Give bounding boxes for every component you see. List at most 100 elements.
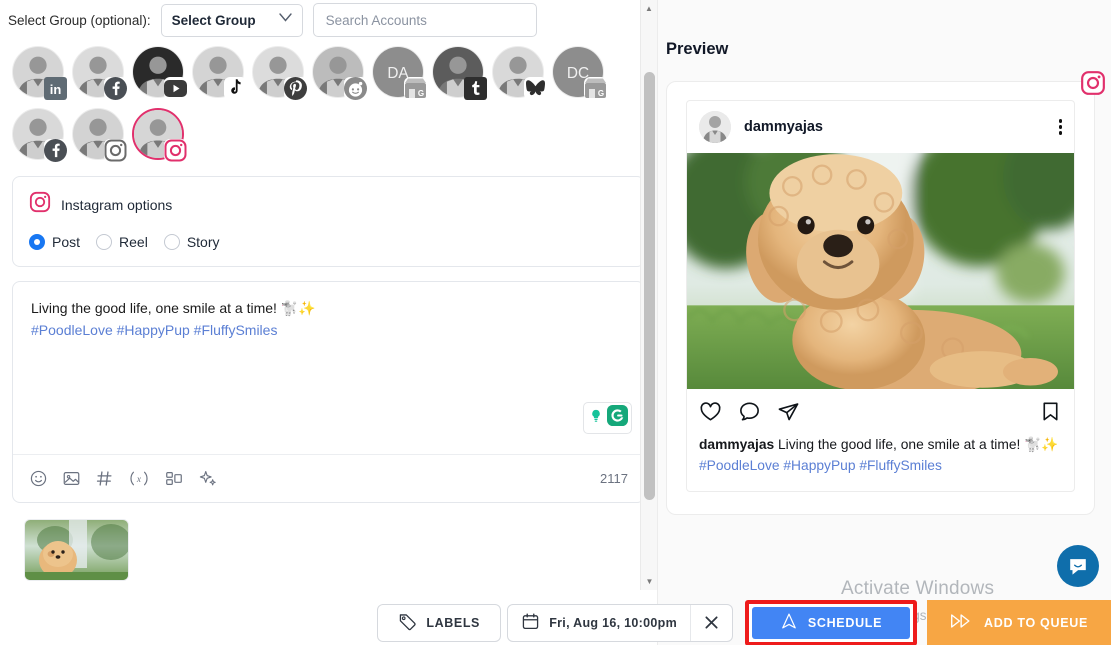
reddit-account[interactable]	[312, 46, 367, 100]
bluesky-icon	[524, 77, 547, 100]
select-group-value: Select Group	[171, 12, 256, 28]
schedule-button-highlight: SCHEDULE	[745, 599, 917, 645]
youtube-icon	[164, 77, 187, 100]
post-type-radio-story[interactable]: Story	[163, 234, 220, 250]
send-icon	[780, 612, 798, 633]
emoji-icon[interactable]	[29, 469, 48, 488]
left-panel-scrollbar[interactable]: ▲ ▼	[640, 0, 657, 590]
google-business-dc-account[interactable]: DC G	[552, 46, 607, 100]
svg-text:in: in	[50, 82, 62, 97]
caption-body: Living the good life, one smile at a tim…	[31, 300, 316, 316]
composer-toolbar: x 2117	[13, 454, 644, 502]
schedule-date-button[interactable]: Fri, Aug 16, 10:00pm	[508, 605, 690, 641]
select-group-label: Select Group (optional):	[8, 12, 151, 28]
comment-icon[interactable]	[738, 400, 761, 428]
instagram-icon	[164, 139, 187, 162]
save-icon[interactable]	[1039, 400, 1062, 428]
schedule-date-value: Fri, Aug 16, 10:00pm	[549, 615, 677, 630]
like-icon[interactable]	[699, 400, 722, 428]
instagram-options-header: Instagram options	[29, 191, 628, 218]
instagram-icon	[104, 139, 127, 162]
radio-dot	[96, 234, 113, 250]
facebook-second-account[interactable]	[12, 108, 67, 162]
intercom-chat-button[interactable]	[1057, 545, 1099, 587]
post-type-radio-reel[interactable]: Reel	[96, 234, 148, 250]
caption-hashtags: #PoodleLove #HappyPup #FluffySmiles	[699, 458, 942, 474]
clear-date-button[interactable]	[690, 604, 732, 641]
post-header: dammyajas	[687, 101, 1074, 153]
facebook-page-account[interactable]	[72, 46, 127, 100]
ai-sparkle-icon[interactable]	[198, 469, 218, 488]
post-actions	[687, 389, 1074, 434]
svg-text:G: G	[418, 89, 424, 98]
youtube-account[interactable]	[132, 46, 187, 100]
instagram-options-card: Instagram options Post Reel Story	[12, 176, 645, 267]
radio-dot	[163, 234, 180, 250]
caption-textarea[interactable]: Living the good life, one smile at a tim…	[13, 282, 644, 454]
template-icon[interactable]	[164, 469, 184, 488]
share-icon[interactable]	[777, 400, 800, 428]
caption-text: Living the good life, one smile at a tim…	[774, 437, 1059, 452]
avatar	[699, 111, 731, 143]
instagram-post-preview: dammyajas dammyajas Living the good life…	[686, 100, 1075, 492]
tumblr-account[interactable]	[432, 46, 487, 100]
preview-card: dammyajas dammyajas Living the good life…	[666, 71, 1105, 515]
bluesky-account[interactable]	[492, 46, 547, 100]
caption-composer: Living the good life, one smile at a tim…	[12, 281, 645, 503]
action-bar: LABELS Fri, Aug 16, 10:00pm SCHEDULE ADD…	[0, 599, 1111, 645]
reddit-icon	[344, 77, 367, 100]
scrollbar-thumb[interactable]	[644, 72, 655, 500]
post-image	[687, 124, 1074, 407]
labels-button-label: LABELS	[426, 615, 480, 630]
post-type-label: Story	[186, 234, 220, 250]
variable-icon[interactable]: x	[128, 469, 150, 488]
labels-button[interactable]: LABELS	[377, 603, 502, 642]
hashtag-icon[interactable]	[95, 469, 114, 488]
caption-author: dammyajas	[699, 437, 775, 452]
preview-panel: Preview dammyajas dammyajas Living the g…	[657, 0, 1111, 645]
instagram-icon	[1080, 70, 1106, 101]
schedule-date-group: Fri, Aug 16, 10:00pm	[507, 603, 733, 642]
add-to-queue-button[interactable]: ADD TO QUEUE	[927, 600, 1111, 645]
post-type-label: Reel	[119, 234, 148, 250]
grammarly-logo-icon[interactable]	[607, 405, 628, 431]
schedule-button[interactable]: SCHEDULE	[752, 606, 910, 639]
preview-title: Preview	[666, 40, 729, 58]
instagram-account-2[interactable]	[132, 108, 187, 162]
select-group-dropdown[interactable]: Select Group	[160, 3, 303, 37]
search-accounts-input[interactable]	[312, 3, 537, 37]
media-thumbnail[interactable]	[24, 519, 129, 581]
svg-text:x: x	[136, 475, 142, 485]
grammarly-suggestion-icon[interactable]	[587, 407, 605, 430]
post-menu-icon[interactable]	[1058, 119, 1062, 135]
facebook-icon	[44, 139, 67, 162]
post-username: dammyajas	[744, 119, 823, 135]
add-to-queue-label: ADD TO QUEUE	[983, 615, 1088, 630]
account-avatars: in DA G DC G	[0, 40, 657, 170]
radio-dot	[29, 234, 45, 250]
post-type-radio-post[interactable]: Post	[29, 234, 80, 250]
facebook-icon	[104, 77, 127, 100]
option-cards: Instagram options Post Reel Story Living t…	[0, 170, 657, 581]
scroll-down-arrow[interactable]: ▼	[641, 573, 657, 590]
linkedin-account[interactable]: in	[12, 46, 67, 100]
google-business-icon: G	[404, 77, 427, 100]
caption-hashtags: #PoodleLove #HappyPup #FluffySmiles	[31, 322, 278, 338]
instagram-account-1[interactable]	[72, 108, 127, 162]
scroll-up-arrow[interactable]: ▲	[641, 0, 657, 17]
label-tag-icon	[398, 612, 417, 634]
schedule-button-label: SCHEDULE	[807, 615, 883, 630]
svg-text:G: G	[598, 89, 604, 98]
character-count: 2117	[600, 471, 628, 486]
tiktok-account[interactable]	[192, 46, 247, 100]
group-selection-bar: Select Group (optional): Select Group	[0, 0, 657, 40]
image-icon[interactable]	[62, 469, 81, 488]
calendar-icon	[521, 612, 540, 634]
google-business-da-account[interactable]: DA G	[372, 46, 427, 100]
pinterest-account[interactable]	[252, 46, 307, 100]
attached-media-row	[12, 517, 645, 581]
tiktok-icon	[224, 77, 247, 100]
pinterest-icon	[284, 77, 307, 100]
grammarly-widget[interactable]	[583, 402, 632, 434]
post-type-label: Post	[52, 234, 81, 250]
